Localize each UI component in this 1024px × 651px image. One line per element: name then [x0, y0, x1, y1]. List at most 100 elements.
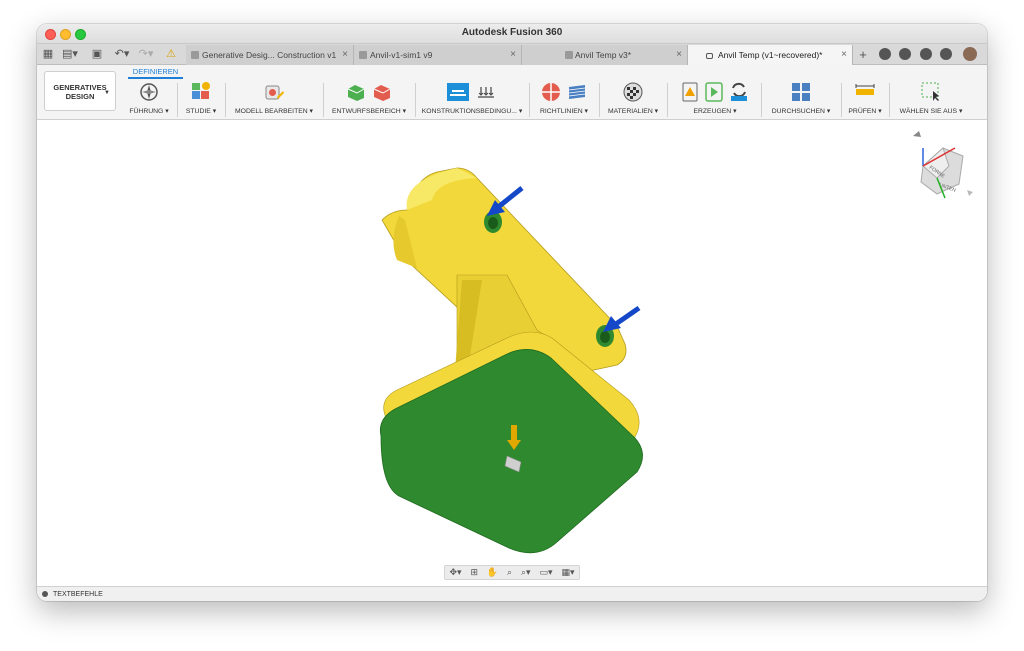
divider: [225, 83, 226, 117]
group-auswaehlen[interactable]: WÄHLEN SIE AUS ▾: [893, 79, 969, 119]
notifications-icon[interactable]: [920, 48, 932, 60]
group-konstruktionsbedingungen[interactable]: KONSTRUKTIONSBEDINGU... ▾: [419, 79, 525, 119]
document-icon: [191, 51, 199, 59]
chevron-down-icon: ▼: [104, 90, 110, 96]
divider: [761, 83, 762, 117]
app-grid-icon[interactable]: ▦: [41, 47, 55, 62]
explore-grid-icon: [792, 83, 810, 101]
tab-anvil-sim[interactable]: Anvil-v1-sim1 v9 ×: [354, 45, 522, 65]
group-studie[interactable]: STUDIE ▾: [181, 79, 221, 119]
viewcube-menu-icon[interactable]: [967, 190, 973, 196]
tab-generative-design[interactable]: Generative Desig... Construction v1 ×: [186, 45, 354, 65]
hole-inner-1: [488, 217, 498, 229]
navigation-toolbar: ✥▾ ⊞ ✋ ⌕ ⌕▾ ▭▾ ▦▾: [444, 565, 580, 580]
3d-viewport[interactable]: FORNE UNTEN ✥▾ ⊞ ✋ ⌕ ⌕▾ ▭▾ ▦▾: [37, 120, 987, 586]
zoom-window-icon[interactable]: ⌕▾: [521, 567, 531, 578]
divider: [529, 83, 530, 117]
pan-icon[interactable]: ✋: [487, 567, 498, 578]
toolbar-ribbon: GENERATIVES DESIGN ▼ DEFINIEREN FÜHRUNG …: [37, 65, 987, 120]
force-arrow-1-shaft: [495, 186, 524, 210]
group-label: FÜHRUNG ▾: [129, 108, 169, 115]
tab-label: Anvil Temp v3*: [575, 50, 632, 60]
hole-inner-2: [600, 331, 610, 343]
divider: [841, 83, 842, 117]
group-fuehrung[interactable]: FÜHRUNG ▾: [123, 79, 175, 119]
group-label: WÄHLEN SIE AUS ▾: [899, 108, 963, 115]
group-materialien[interactable]: MATERIALIEN ▾: [603, 79, 663, 119]
structural-load-icon: [478, 87, 494, 98]
workspace-switcher[interactable]: GENERATIVES DESIGN ▼: [44, 71, 116, 111]
generate-icon: [705, 82, 723, 102]
extensions-icon[interactable]: [879, 48, 891, 60]
job-status-icon[interactable]: [899, 48, 911, 60]
measure-icon: [855, 84, 875, 95]
text-commands-bar[interactable]: TEXTBEFEHLE: [37, 586, 987, 601]
orbit-icon[interactable]: ✥▾: [449, 567, 461, 578]
help-icon[interactable]: [940, 48, 952, 60]
status-dot-icon: [42, 591, 48, 597]
look-at-icon[interactable]: ⊞: [470, 567, 478, 578]
objectives-icon: [542, 83, 560, 101]
pre-check-icon: [682, 82, 698, 102]
file-menu-icon[interactable]: ▤▾: [61, 47, 79, 62]
tab-label: Generative Desig... Construction v1: [202, 50, 337, 60]
group-entwurfsbereich[interactable]: ENTWURFSBEREICH ▾: [327, 79, 411, 119]
warning-icon[interactable]: ⚠: [165, 47, 177, 62]
tab-label: Anvil-v1-sim1 v9: [370, 50, 433, 60]
preserve-geometry-icon: [347, 85, 365, 101]
model-canvas[interactable]: [37, 120, 987, 586]
app-window: Autodesk Fusion 360 ▦ ▤▾ ▣ ↶▾ ↷▾ ⚠ Gener…: [37, 24, 987, 601]
grid-settings-icon[interactable]: ▦▾: [561, 567, 574, 578]
edit-model-icon: [265, 85, 284, 100]
group-richtlinien[interactable]: RICHTLINIEN ▾: [533, 79, 595, 119]
group-label: DURCHSUCHEN ▾: [771, 108, 831, 115]
group-label: ENTWURFSBEREICH ▾: [331, 108, 407, 115]
divider: [177, 83, 178, 117]
material-sphere-icon: [623, 82, 643, 102]
redo-icon[interactable]: ↷▾: [137, 47, 155, 62]
window-title: Autodesk Fusion 360: [461, 27, 563, 38]
divider: [599, 83, 600, 117]
save-icon[interactable]: ▣: [91, 47, 103, 62]
divider: [415, 83, 416, 117]
divider: [323, 83, 324, 117]
lock-icon: [706, 53, 713, 59]
title-bar: Autodesk Fusion 360: [37, 24, 987, 44]
document-icon: [359, 51, 367, 59]
divider: [889, 83, 890, 117]
zoom-icon[interactable]: ⌕: [507, 567, 512, 578]
home-icon[interactable]: [913, 131, 921, 137]
close-tab-icon[interactable]: ×: [841, 45, 847, 65]
display-settings-icon[interactable]: ▭▾: [540, 567, 553, 578]
user-avatar[interactable]: [963, 47, 977, 61]
text-commands-label: TEXTBEFEHLE: [53, 591, 103, 598]
close-tab-icon[interactable]: ×: [342, 45, 348, 65]
manufacturing-icon: [568, 85, 586, 99]
obstacle-geometry-icon: [373, 85, 391, 101]
group-durchsuchen[interactable]: DURCHSUCHEN ▾: [765, 79, 837, 119]
group-label: PRÜFEN ▾: [848, 108, 882, 115]
tab-anvil-temp-v3[interactable]: Anvil Temp v3* ×: [522, 45, 688, 65]
load-arrow-shaft: [511, 425, 517, 441]
group-pruefen[interactable]: PRÜFEN ▾: [843, 79, 887, 119]
group-label: MODELL BEARBEITEN ▾: [235, 108, 313, 115]
document-tab-bar: ▦ ▤▾ ▣ ↶▾ ↷▾ ⚠ Generative Desig... Const…: [37, 44, 987, 65]
undo-icon[interactable]: ↶▾: [113, 47, 131, 62]
group-modell-bearbeiten[interactable]: MODELL BEARBEITEN ▾: [231, 79, 317, 119]
tab-definieren[interactable]: DEFINIEREN: [128, 67, 183, 79]
close-tab-icon[interactable]: ×: [676, 45, 682, 65]
group-label: RICHTLINIEN ▾: [540, 108, 588, 115]
viewcube[interactable]: FORNE UNTEN: [907, 126, 977, 206]
group-erzeugen[interactable]: ERZEUGEN ▾: [673, 79, 757, 119]
document-icon: [565, 51, 573, 59]
new-tab-icon[interactable]: +: [857, 47, 869, 62]
tab-anvil-temp-recovered[interactable]: Anvil Temp (v1~recovered)* ×: [688, 45, 853, 65]
select-window-icon: [921, 82, 939, 101]
group-label: ERZEUGEN ▾: [693, 108, 737, 115]
group-label: STUDIE ▾: [185, 108, 217, 115]
group-label: KONSTRUKTIONSBEDINGU... ▾: [421, 108, 523, 115]
close-tab-icon[interactable]: ×: [510, 45, 516, 65]
structural-constraint-icon: [447, 83, 469, 101]
previews-icon: [731, 82, 747, 101]
divider: [667, 83, 668, 117]
